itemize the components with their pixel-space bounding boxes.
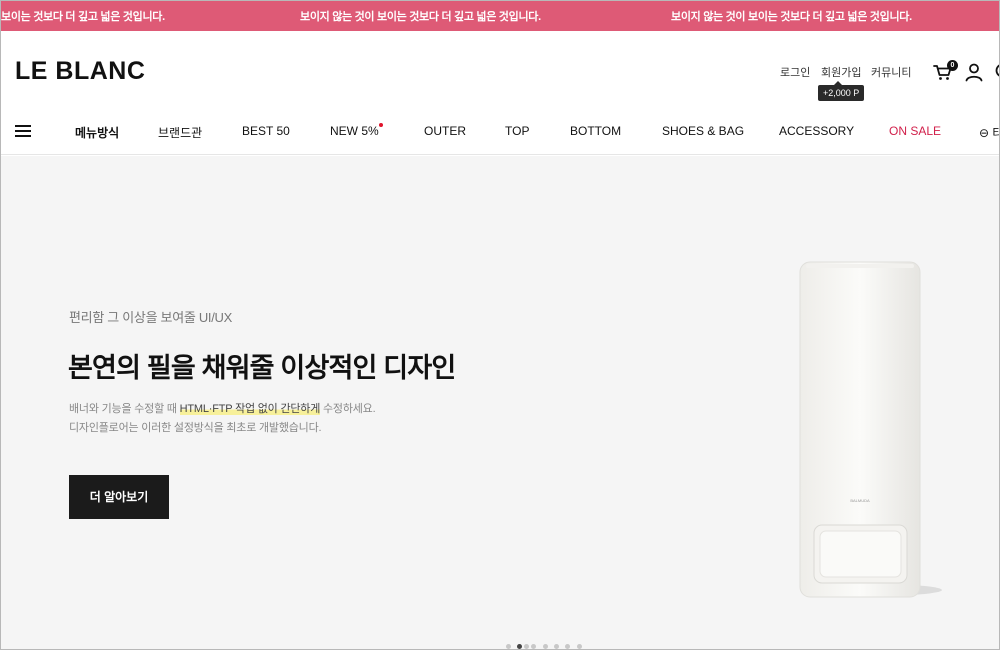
hero-subtitle: 편리함 그 이상을 보여줄 UI/UX xyxy=(69,310,233,325)
nav-item-shoes-bag[interactable]: SHOES & BAG xyxy=(662,124,744,138)
slide-dot[interactable] xyxy=(577,644,582,649)
my-account-button[interactable] xyxy=(963,61,985,83)
login-link[interactable]: 로그인 xyxy=(780,64,810,80)
search-icon xyxy=(995,64,999,77)
hamburger-icon xyxy=(15,135,31,137)
desc-highlight: HTML·FTP 작업 없이 간단하게 xyxy=(179,403,321,415)
hamburger-icon xyxy=(15,130,31,132)
hero-description: 배너와 기능을 수정할 때 HTML·FTP 작업 없이 간단하게 수정하세요.… xyxy=(69,400,376,438)
browser-viewport: 보이는 것보다 더 깊고 넓은 것입니다. 보이지 않는 것이 보이는 것보다 … xyxy=(0,0,1000,650)
slide-dot-active[interactable] xyxy=(517,644,522,649)
desc-text: 수정하세요. xyxy=(320,403,376,415)
announcement-message: 보이지 않는 것이 보이는 것보다 더 깊고 넓은 것입니다. xyxy=(671,11,912,23)
menu-toggle-button[interactable] xyxy=(15,125,33,139)
slide-dot[interactable] xyxy=(524,644,529,649)
announcement-bar: 보이는 것보다 더 깊고 넓은 것입니다. 보이지 않는 것이 보이는 것보다 … xyxy=(1,1,999,31)
hero-title: 본연의 필을 채워줄 이상적인 디자인 xyxy=(68,353,456,383)
learn-more-button[interactable]: 더 알아보기 xyxy=(69,475,169,519)
nav-item-more[interactable]: ⊖ 타 xyxy=(979,124,999,141)
site-logo[interactable]: LE BLANC xyxy=(15,57,145,86)
main-navigation: 메뉴방식 브랜드관 BEST 50 NEW 5% OUTER TOP BOTTO… xyxy=(1,109,999,155)
hero-description-line-1: 배너와 기능을 수정할 때 HTML·FTP 작업 없이 간단하게 수정하세요. xyxy=(69,400,376,419)
community-link[interactable]: 커뮤니티 xyxy=(871,64,911,80)
nav-item-bottom[interactable]: BOTTOM xyxy=(570,124,621,138)
announcement-message: 보이지 않는 것이 보이는 것보다 더 깊고 넓은 것입니다. xyxy=(300,11,541,23)
air-purifier-image: BALMUDA xyxy=(799,261,942,598)
announcement-message: 보이는 것보다 더 깊고 넓은 것입니다. xyxy=(1,11,165,23)
nav-item-new[interactable]: NEW 5% xyxy=(330,124,379,138)
hero-banner: 편리함 그 이상을 보여줄 UI/UX 본연의 필을 채워줄 이상적인 디자인 … xyxy=(1,156,999,649)
join-points-tooltip: +2,000 P xyxy=(818,81,865,101)
desc-text: 배너와 기능을 수정할 때 xyxy=(69,403,180,415)
slide-dot[interactable] xyxy=(565,644,570,649)
nav-item-brand[interactable]: 브랜드관 xyxy=(158,124,202,141)
slide-dot[interactable] xyxy=(543,644,548,649)
new-indicator-dot xyxy=(379,123,383,127)
slide-dot[interactable] xyxy=(506,644,511,649)
user-icon xyxy=(965,63,983,82)
slide-dot[interactable] xyxy=(531,644,536,649)
site-header: LE BLANC 로그인 회원가입 커뮤니티 +2,000 P 0 xyxy=(1,31,999,109)
hero-description-line-2: 디자인플로어는 이러한 설정방식을 최초로 개발했습니다. xyxy=(69,422,322,434)
nav-item-menu-style[interactable]: 메뉴방식 xyxy=(75,124,119,141)
nav-item-outer[interactable]: OUTER xyxy=(424,124,466,138)
nav-item-on-sale[interactable]: ON SALE xyxy=(889,124,941,138)
nav-item-top[interactable]: TOP xyxy=(505,124,529,138)
search-button[interactable] xyxy=(993,61,999,83)
join-link[interactable]: 회원가입 xyxy=(821,64,861,80)
nav-item-accessory[interactable]: ACCESSORY xyxy=(779,124,854,138)
hamburger-icon xyxy=(15,125,31,127)
nav-item-best50[interactable]: BEST 50 xyxy=(242,124,290,138)
product-brand-label: BALMUDA xyxy=(850,498,870,503)
slide-dot[interactable] xyxy=(554,644,559,649)
cart-count-badge: 0 xyxy=(947,60,958,71)
